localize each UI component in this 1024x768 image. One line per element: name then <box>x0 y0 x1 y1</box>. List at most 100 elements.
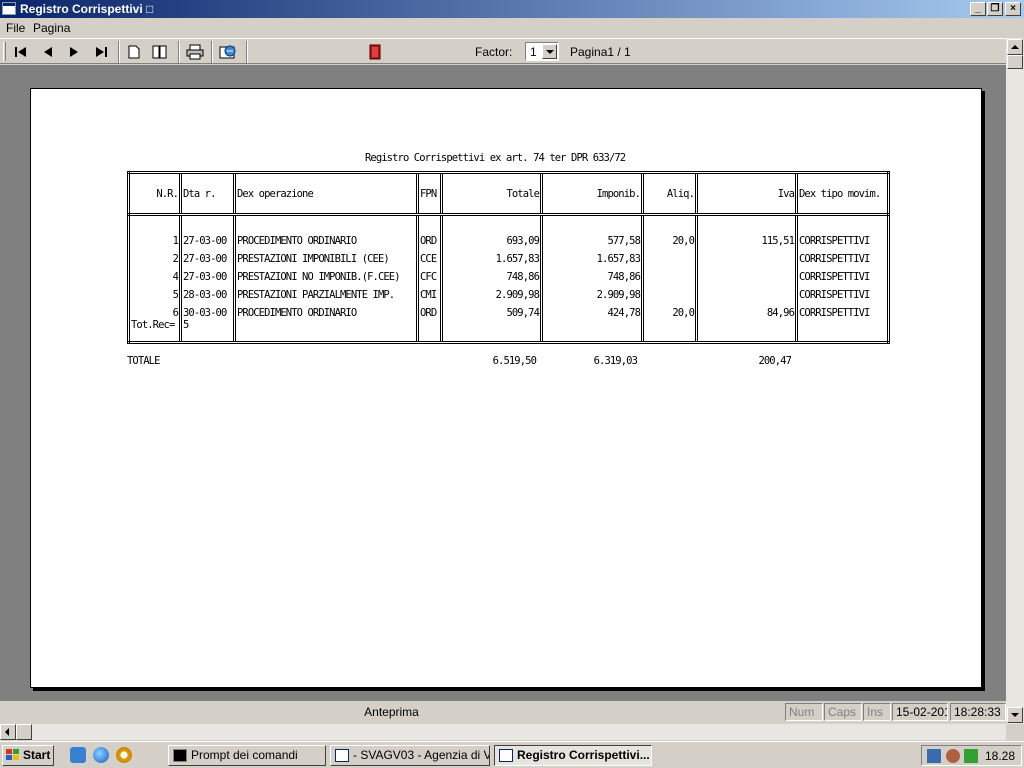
report-title: Registro Corrispettivi ex art. 74 ter DP… <box>365 152 626 164</box>
title-bar: Registro Corrispettivi □ _ ❐ × <box>0 0 1024 18</box>
cell-operation: PROCEDIMENTO ORDINARIO <box>233 300 418 319</box>
last-page-icon[interactable] <box>90 42 112 62</box>
toolbar-separator <box>246 41 248 63</box>
totals-label: TOTALE <box>127 355 160 367</box>
cell-tipo: CORRISPETTIVI <box>795 246 890 265</box>
taskbar-button-svagv03[interactable]: - SVAGV03 - Agenzia di V... <box>330 745 490 766</box>
column-header: Aliq. <box>641 171 697 216</box>
toolbar-grip[interactable] <box>3 42 6 61</box>
prev-page-icon[interactable] <box>37 42 59 62</box>
cell-nr: 4 <box>127 264 181 283</box>
window-icon <box>335 749 349 762</box>
horizontal-scroll-thumb[interactable] <box>16 724 32 740</box>
toolbar-separator <box>118 41 120 63</box>
preview-area: Registro Corrispettivi ex art. 74 ter DP… <box>0 65 1006 701</box>
printer-icon[interactable] <box>184 42 206 62</box>
cell-iva: 84,96 <box>695 300 797 319</box>
column-header: Imponib. <box>540 171 643 216</box>
factor-label: Factor: <box>475 45 513 59</box>
column-header: Dta r. <box>179 171 235 216</box>
toolbar-separator <box>178 41 180 63</box>
cell-totale: 2.909,98 <box>440 282 542 301</box>
factor-value: 1 <box>530 45 537 59</box>
table-row: 5 28-03-00 PRESTAZIONI PARZIALMENTE IMP.… <box>127 282 890 301</box>
cell-operation: PRESTAZIONI PARZIALMENTE IMP. <box>233 282 418 301</box>
cell-imponibile: 424,78 <box>540 300 643 319</box>
single-page-icon[interactable] <box>123 42 145 62</box>
cell-iva: 115,51 <box>695 214 797 247</box>
toolbar-separator <box>211 41 213 63</box>
cell-fpn: CMI <box>416 282 442 301</box>
restore-button[interactable]: ❐ <box>987 2 1003 16</box>
taskbar-button-registro[interactable]: Registro Corrispettivi... <box>494 745 652 766</box>
cell-totale: 509,74 <box>440 300 542 319</box>
console-icon <box>173 749 187 762</box>
table-header-row: N.R. Dta r. Dex operazione FPN Totale Im… <box>127 171 890 216</box>
cell-date: 30-03-00 <box>179 300 235 319</box>
cell-aliquota <box>641 264 697 283</box>
column-header: N.R. <box>127 171 181 216</box>
cell-nr: 2 <box>127 246 181 265</box>
table-row: 6 30-03-00 PROCEDIMENTO ORDINARIO ORD 50… <box>127 300 890 319</box>
first-page-icon[interactable] <box>10 42 32 62</box>
cell-iva <box>695 264 797 283</box>
cell-date: 28-03-00 <box>179 282 235 301</box>
status-time: 18:28:33 <box>950 703 1006 721</box>
tot-rec-row: Tot.Rec= 5 <box>127 318 890 344</box>
menu-bar: File Pagina <box>0 18 1024 38</box>
security-icon[interactable] <box>946 749 960 763</box>
cell-tipo: CORRISPETTIVI <box>795 264 890 283</box>
menu-pagina[interactable]: Pagina <box>33 21 70 35</box>
show-desktop-icon[interactable] <box>70 747 86 763</box>
scroll-down-button[interactable] <box>1007 707 1023 723</box>
cell-date: 27-03-00 <box>179 214 235 247</box>
exit-door-icon[interactable] <box>364 42 386 62</box>
scroll-up-button[interactable] <box>1007 39 1023 55</box>
status-ins: Ins <box>863 703 891 721</box>
cell-nr: 1 <box>127 214 181 247</box>
taskbar: Start Prompt dei comandi - SVAGV03 - Age… <box>0 741 1024 768</box>
factor-select[interactable]: 1 <box>525 42 559 61</box>
status-date: 15-02-2016 <box>892 703 948 721</box>
cell-imponibile: 2.909,98 <box>540 282 643 301</box>
column-header: Iva <box>695 171 797 216</box>
export-icon[interactable] <box>217 42 239 62</box>
vertical-scrollbar[interactable] <box>1006 38 1024 724</box>
window-title: Registro Corrispettivi □ <box>20 2 154 16</box>
close-button[interactable]: × <box>1005 2 1021 16</box>
chevron-down-icon[interactable] <box>542 44 557 59</box>
cell-fpn: ORD <box>416 214 442 247</box>
cell-iva <box>695 282 797 301</box>
next-page-icon[interactable] <box>63 42 85 62</box>
start-label: Start <box>23 748 51 762</box>
cell-tipo: CORRISPETTIVI <box>795 300 890 319</box>
status-main: Anteprima <box>364 705 419 719</box>
cell-nr: 6 <box>127 300 181 319</box>
status-caps: Caps <box>824 703 862 721</box>
two-pages-icon[interactable] <box>149 42 171 62</box>
internet-explorer-icon[interactable] <box>93 747 109 763</box>
scroll-thumb[interactable] <box>1007 55 1023 69</box>
cell-aliquota <box>641 246 697 265</box>
status-bar: Anteprima Num Caps Ins 15-02-2016 18:28:… <box>0 702 1006 722</box>
start-button[interactable]: Start <box>2 745 54 766</box>
cell-operation: PRESTAZIONI NO IMPONIB.(F.CEE) <box>233 264 418 283</box>
column-header: FPN <box>416 171 442 216</box>
cell-tipo: CORRISPETTIVI <box>795 282 890 301</box>
table-row: 2 27-03-00 PRESTAZIONI IMPONIBILI (CEE) … <box>127 246 890 265</box>
scroll-left-button[interactable] <box>0 724 16 740</box>
horizontal-scrollbar[interactable] <box>0 724 1006 740</box>
taskbar-button-command-prompt[interactable]: Prompt dei comandi <box>168 745 326 766</box>
cell-date: 27-03-00 <box>179 264 235 283</box>
column-header: Totale <box>440 171 542 216</box>
update-icon[interactable] <box>964 749 978 763</box>
table-row: 4 27-03-00 PRESTAZIONI NO IMPONIB.(F.CEE… <box>127 264 890 283</box>
cell-imponibile: 1.657,83 <box>540 246 643 265</box>
report-page: Registro Corrispettivi ex art. 74 ter DP… <box>30 88 982 688</box>
app-window-icon[interactable] <box>2 2 16 15</box>
minimize-button[interactable]: _ <box>970 2 986 16</box>
media-player-icon[interactable] <box>116 747 132 763</box>
network-icon[interactable] <box>927 749 941 763</box>
windows-logo-icon <box>6 749 20 762</box>
menu-file[interactable]: File <box>6 21 25 35</box>
